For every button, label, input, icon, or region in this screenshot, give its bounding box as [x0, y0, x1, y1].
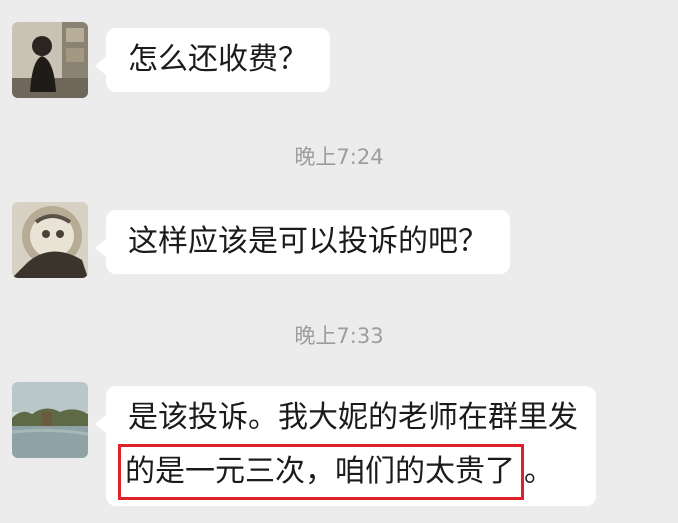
message-text: 这样应该是可以投诉的吧？ [128, 224, 488, 259]
avatar[interactable] [12, 202, 88, 278]
chat-window: 怎么还收费？ 晚上7:24 这样应该是可以投诉的吧？ 晚上7:33 是该投诉。我… [0, 0, 678, 523]
timestamp: 晚上7:24 [294, 145, 384, 169]
avatar-photo-icon [12, 202, 88, 278]
avatar-photo-icon [12, 22, 88, 98]
avatar-landscape-icon [12, 382, 88, 458]
avatar[interactable] [12, 382, 88, 458]
message-bubble[interactable]: 怎么还收费？ [95, 28, 330, 92]
message-text: 是该投诉。我大妮的老师在群里发 [128, 400, 578, 435]
timestamp: 晚上7:33 [294, 324, 384, 348]
message-text-line-2: 的是一元三次，咱们的太贵了。 [118, 444, 578, 500]
message-text: 怎么还收费？ [128, 42, 308, 77]
message-bubble[interactable]: 这样应该是可以投诉的吧？ [95, 210, 510, 274]
message-trailing-punctuation: 。 [524, 454, 554, 489]
highlight-box: 的是一元三次，咱们的太贵了 [118, 444, 524, 500]
message-bubble[interactable]: 是该投诉。我大妮的老师在群里发 的是一元三次，咱们的太贵了。 [95, 386, 596, 506]
avatar[interactable] [12, 22, 88, 98]
